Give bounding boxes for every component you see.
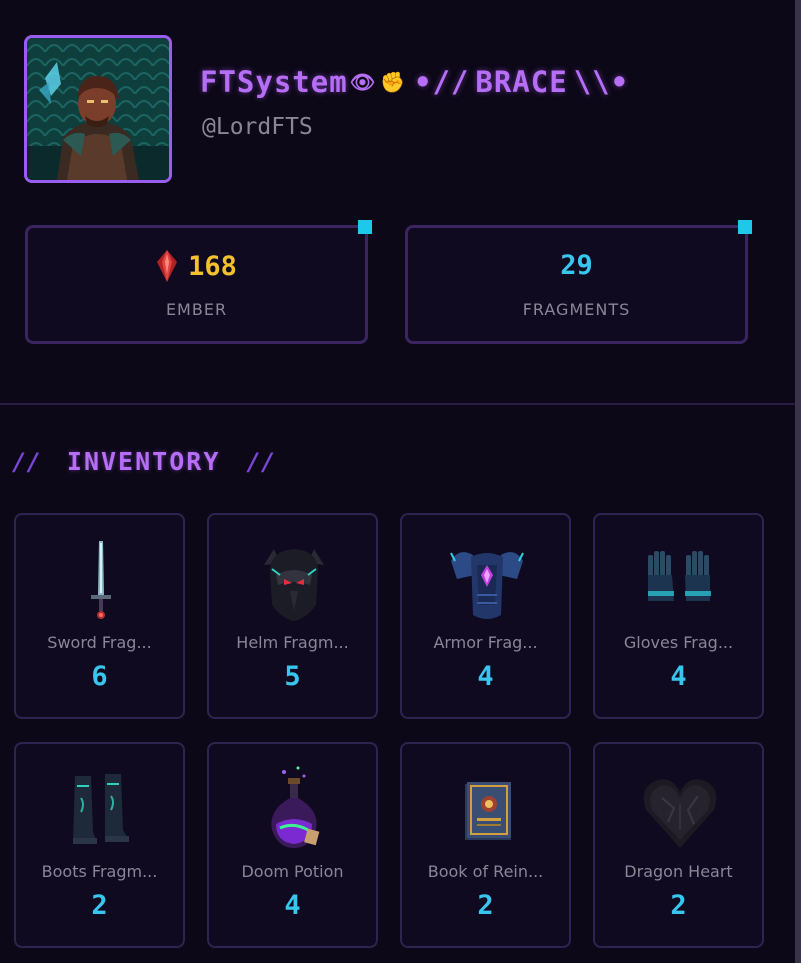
ember-crystal-icon (157, 250, 178, 282)
display-name-text: FTSystem (200, 65, 348, 99)
item-name: Sword Frag... (47, 633, 152, 652)
item-quantity: 4 (477, 661, 494, 692)
heart-icon (643, 779, 717, 848)
fragments-label: FRAGMENTS (522, 300, 631, 319)
item-name: Doom Potion (241, 862, 344, 881)
profile-handle: @LordFTS (202, 114, 313, 140)
hooded-warrior-portrait-icon (27, 38, 169, 180)
eye-icon: 👁 (349, 70, 377, 94)
inventory-item-helm[interactable]: Helm Fragm... 5 (207, 513, 378, 719)
header-slash-left: // (12, 447, 41, 476)
name-decoration-right: \\• (573, 65, 630, 99)
ember-label: EMBER (165, 300, 228, 319)
item-quantity: 6 (91, 661, 108, 692)
book-icon (465, 782, 511, 840)
ember-value-row: 168 (28, 250, 365, 282)
item-quantity: 5 (284, 661, 301, 692)
armor-icon (450, 552, 524, 619)
profile-page: FTSystem 👁 ✊ •// BRACE \\• @LordFTS 168 … (0, 0, 801, 963)
header-slash-right: // (246, 447, 276, 476)
corner-marker (358, 220, 372, 234)
inventory-title: INVENTORY (66, 447, 221, 476)
item-name: Book of Rein... (427, 862, 544, 881)
ember-stat-card[interactable]: 168 EMBER (25, 220, 372, 344)
inventory-item-book[interactable]: Book of Rein... 2 (400, 742, 571, 948)
item-name: Dragon Heart (624, 862, 733, 881)
inventory-header: // INVENTORY // (12, 447, 275, 476)
avatar[interactable] (24, 35, 172, 183)
fragments-stat-card[interactable]: 29 FRAGMENTS (405, 220, 752, 344)
item-name: Boots Fragm... (41, 862, 158, 881)
item-name: Helm Fragm... (236, 633, 349, 652)
ember-value: 168 (188, 250, 237, 282)
inventory-item-gloves[interactable]: Gloves Frag... 4 (593, 513, 764, 719)
inventory-item-boots[interactable]: Boots Fragm... 2 (14, 742, 185, 948)
inventory-item-armor[interactable]: Armor Frag... 4 (400, 513, 571, 719)
boots-icon (73, 774, 129, 844)
item-quantity: 2 (477, 890, 494, 921)
name-decoration-left: •// (413, 65, 470, 99)
sword-icon (91, 541, 111, 619)
profile-display-name: FTSystem 👁 ✊ •// BRACE \\• (200, 62, 635, 102)
item-quantity: 4 (670, 661, 687, 692)
item-name: Gloves Frag... (623, 633, 734, 652)
inventory-item-sword[interactable]: Sword Frag... 6 (14, 513, 185, 719)
section-divider (0, 403, 795, 405)
inventory-item-dragon-heart[interactable]: Dragon Heart 2 (593, 742, 764, 948)
fist-icon: ✊ (380, 70, 406, 94)
inventory-item-potion[interactable]: Doom Potion 4 (207, 742, 378, 948)
fragments-value: 29 (560, 250, 593, 281)
item-quantity: 2 (670, 890, 687, 921)
corner-marker (738, 220, 752, 234)
item-quantity: 4 (284, 890, 301, 921)
potion-icon (271, 766, 320, 848)
fragments-value-row: 29 (408, 250, 745, 281)
name-tag: BRACE (475, 65, 568, 99)
item-name: Armor Frag... (433, 633, 538, 652)
scrollbar[interactable] (795, 0, 801, 963)
gloves-icon (648, 551, 711, 601)
helm-icon (264, 549, 324, 621)
item-quantity: 2 (91, 890, 108, 921)
